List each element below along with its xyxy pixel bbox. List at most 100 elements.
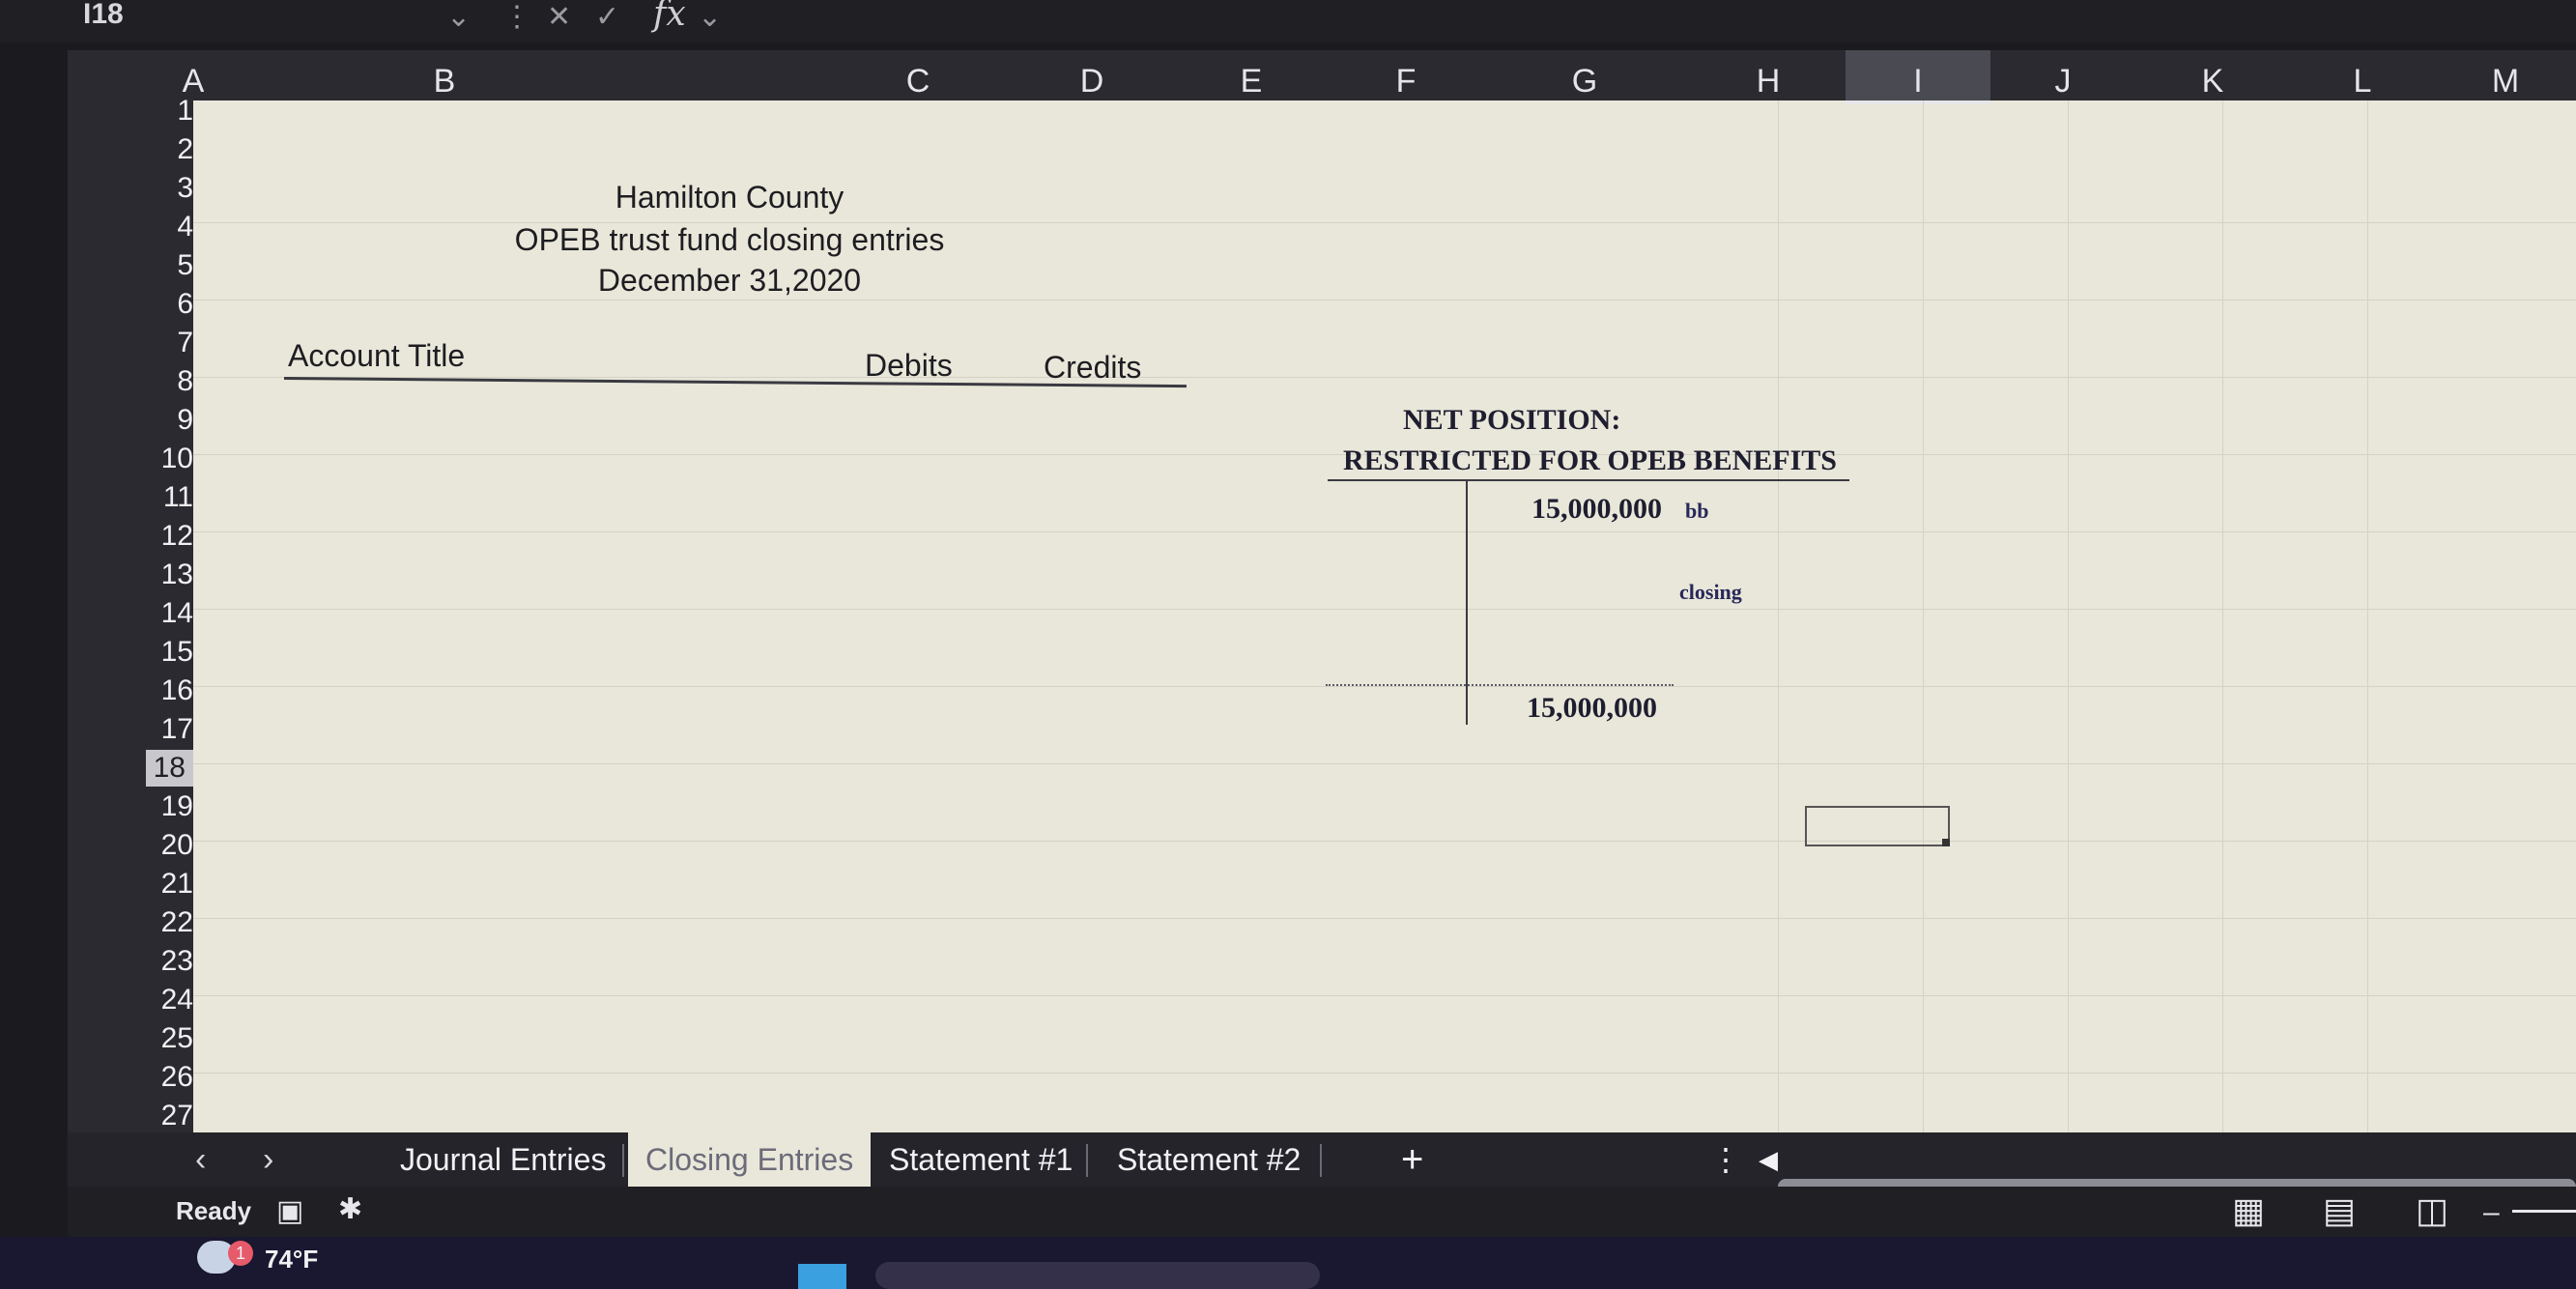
column-header-e[interactable]: E — [1169, 50, 1333, 100]
gridline — [2068, 100, 2069, 1132]
row-header[interactable]: 26 — [68, 1059, 193, 1096]
row-header[interactable]: 20 — [68, 827, 193, 864]
column-header-g[interactable]: G — [1478, 50, 1691, 100]
workbook-statistics-icon[interactable]: ▣ — [276, 1194, 303, 1228]
page-break-preview-icon[interactable]: ◫ — [2416, 1190, 2448, 1231]
debits-header: Debits — [865, 348, 953, 383]
row-header[interactable]: 14 — [68, 595, 193, 632]
column-header-d[interactable]: D — [1015, 50, 1169, 100]
gridline — [193, 763, 2576, 764]
gridline — [2367, 100, 2368, 1132]
row-header[interactable]: 8 — [68, 363, 193, 400]
page-layout-icon[interactable]: ▤ — [2323, 1190, 2356, 1231]
formula-bar: I18 ⌄ ⋮ ✕ ✓ fx ⌄ — [0, 0, 2576, 43]
row-header[interactable]: 1 — [68, 93, 193, 129]
insert-function-button[interactable]: fx — [653, 0, 686, 34]
t-account-total: 15,000,000 — [1527, 692, 1657, 724]
row-header[interactable]: 12 — [68, 518, 193, 555]
fill-handle[interactable] — [1942, 839, 1950, 846]
gridline — [193, 918, 2576, 919]
gridline — [193, 609, 2576, 610]
status-ready: Ready — [176, 1196, 252, 1225]
row-header[interactable]: 5 — [68, 247, 193, 284]
row-header[interactable]: 4 — [68, 209, 193, 245]
chevron-right-icon[interactable]: › — [263, 1132, 273, 1187]
gridline — [193, 995, 2576, 996]
scroll-left-icon[interactable]: ◀ — [1759, 1132, 1778, 1187]
row-header[interactable]: 16 — [68, 673, 193, 709]
gridline — [193, 300, 2576, 301]
row-header[interactable]: 3 — [68, 170, 193, 207]
gridline — [1923, 100, 1924, 1132]
column-header-c[interactable]: C — [821, 50, 1015, 100]
row-header[interactable]: 24 — [68, 982, 193, 1018]
t-account-title: NET POSITION: — [1403, 404, 1621, 436]
t-account-vertical-line — [1466, 481, 1468, 725]
chevron-down-icon[interactable]: ⌄ — [698, 0, 722, 34]
row-header[interactable]: 21 — [68, 866, 193, 902]
column-header-j[interactable]: J — [1990, 50, 2135, 100]
row-header[interactable]: 27 — [68, 1098, 193, 1134]
zoom-slider[interactable] — [2512, 1210, 2576, 1213]
column-header-i[interactable]: I — [1846, 50, 1990, 104]
selected-cell[interactable] — [1805, 806, 1950, 846]
row-header[interactable]: 7 — [68, 325, 193, 361]
row-header[interactable]: 11 — [68, 479, 193, 516]
column-header-b[interactable]: B — [242, 50, 647, 100]
taskbar: 1 74°F — [0, 1237, 2576, 1289]
row-header[interactable]: 6 — [68, 286, 193, 323]
status-bar: Ready ▣ ✱ ▦ ▤ ◫ – — [68, 1187, 2576, 1237]
name-box[interactable]: I18 — [83, 0, 124, 31]
row-header[interactable]: 15 — [68, 634, 193, 671]
more-options-icon[interactable]: ⋮ — [502, 0, 531, 34]
tab-closing-entries[interactable]: Closing Entries — [628, 1132, 872, 1189]
t-account-bb-label: bb — [1685, 499, 1709, 523]
row-header[interactable]: 10 — [68, 441, 193, 477]
row-header-selected[interactable]: 18 — [68, 750, 193, 787]
tab-statement-1[interactable]: Statement #1 — [889, 1132, 1073, 1187]
row-header[interactable]: 23 — [68, 943, 193, 980]
column-header-k[interactable]: K — [2135, 50, 2290, 100]
gridline — [2222, 100, 2223, 1132]
credits-header: Credits — [1044, 350, 1142, 385]
row-header[interactable]: 9 — [68, 402, 193, 439]
normal-view-icon[interactable]: ▦ — [2232, 1190, 2265, 1231]
account-title-header: Account Title — [288, 338, 466, 373]
more-options-icon[interactable]: ⋮ — [1710, 1132, 1741, 1187]
chevron-down-icon[interactable]: ⌄ — [446, 0, 471, 34]
t-account-subtitle: RESTRICTED FOR OPEB BENEFITS — [1343, 444, 1837, 476]
row-header[interactable]: 25 — [68, 1020, 193, 1057]
zoom-out-icon[interactable]: – — [2483, 1196, 2500, 1229]
row-header[interactable]: 17 — [68, 711, 193, 748]
t-account-balance: 15,000,000 — [1531, 493, 1662, 525]
enter-icon[interactable]: ✓ — [595, 0, 619, 34]
row-header[interactable]: 19 — [68, 788, 193, 825]
report-title: Hamilton County — [615, 180, 844, 215]
gridline — [1778, 100, 1779, 1132]
row-header[interactable]: 13 — [68, 557, 193, 593]
t-account-closing-label: closing — [1679, 580, 1742, 604]
row-header[interactable]: 22 — [68, 904, 193, 941]
report-subtitle: OPEB trust fund closing entries — [514, 222, 945, 257]
gridline — [193, 531, 2576, 532]
tab-separator — [622, 1144, 624, 1177]
weather-temperature: 74°F — [265, 1245, 319, 1274]
tab-separator — [1320, 1144, 1322, 1177]
column-header-l[interactable]: L — [2290, 50, 2435, 100]
gridline — [193, 377, 2576, 378]
accessibility-icon[interactable]: ✱ — [338, 1192, 362, 1226]
tab-statement-2[interactable]: Statement #2 — [1117, 1132, 1301, 1187]
taskbar-search-box[interactable] — [875, 1262, 1320, 1289]
tab-journal-entries[interactable]: Journal Entries — [400, 1132, 606, 1187]
worksheet-area[interactable] — [68, 50, 2576, 1132]
cancel-icon[interactable]: ✕ — [547, 0, 571, 34]
tab-separator — [1086, 1144, 1088, 1177]
row-header[interactable]: 2 — [68, 131, 193, 168]
chevron-left-icon[interactable]: ‹ — [195, 1132, 206, 1187]
row-header-bar: 1 2 3 4 5 6 7 8 9 10 11 12 13 14 15 16 1… — [68, 93, 193, 1132]
add-sheet-button[interactable]: + — [1401, 1132, 1423, 1187]
column-header-f[interactable]: F — [1333, 50, 1478, 100]
column-header-m[interactable]: M — [2435, 50, 2576, 100]
windows-start-icon[interactable] — [798, 1264, 846, 1289]
column-header-h[interactable]: H — [1691, 50, 1846, 100]
